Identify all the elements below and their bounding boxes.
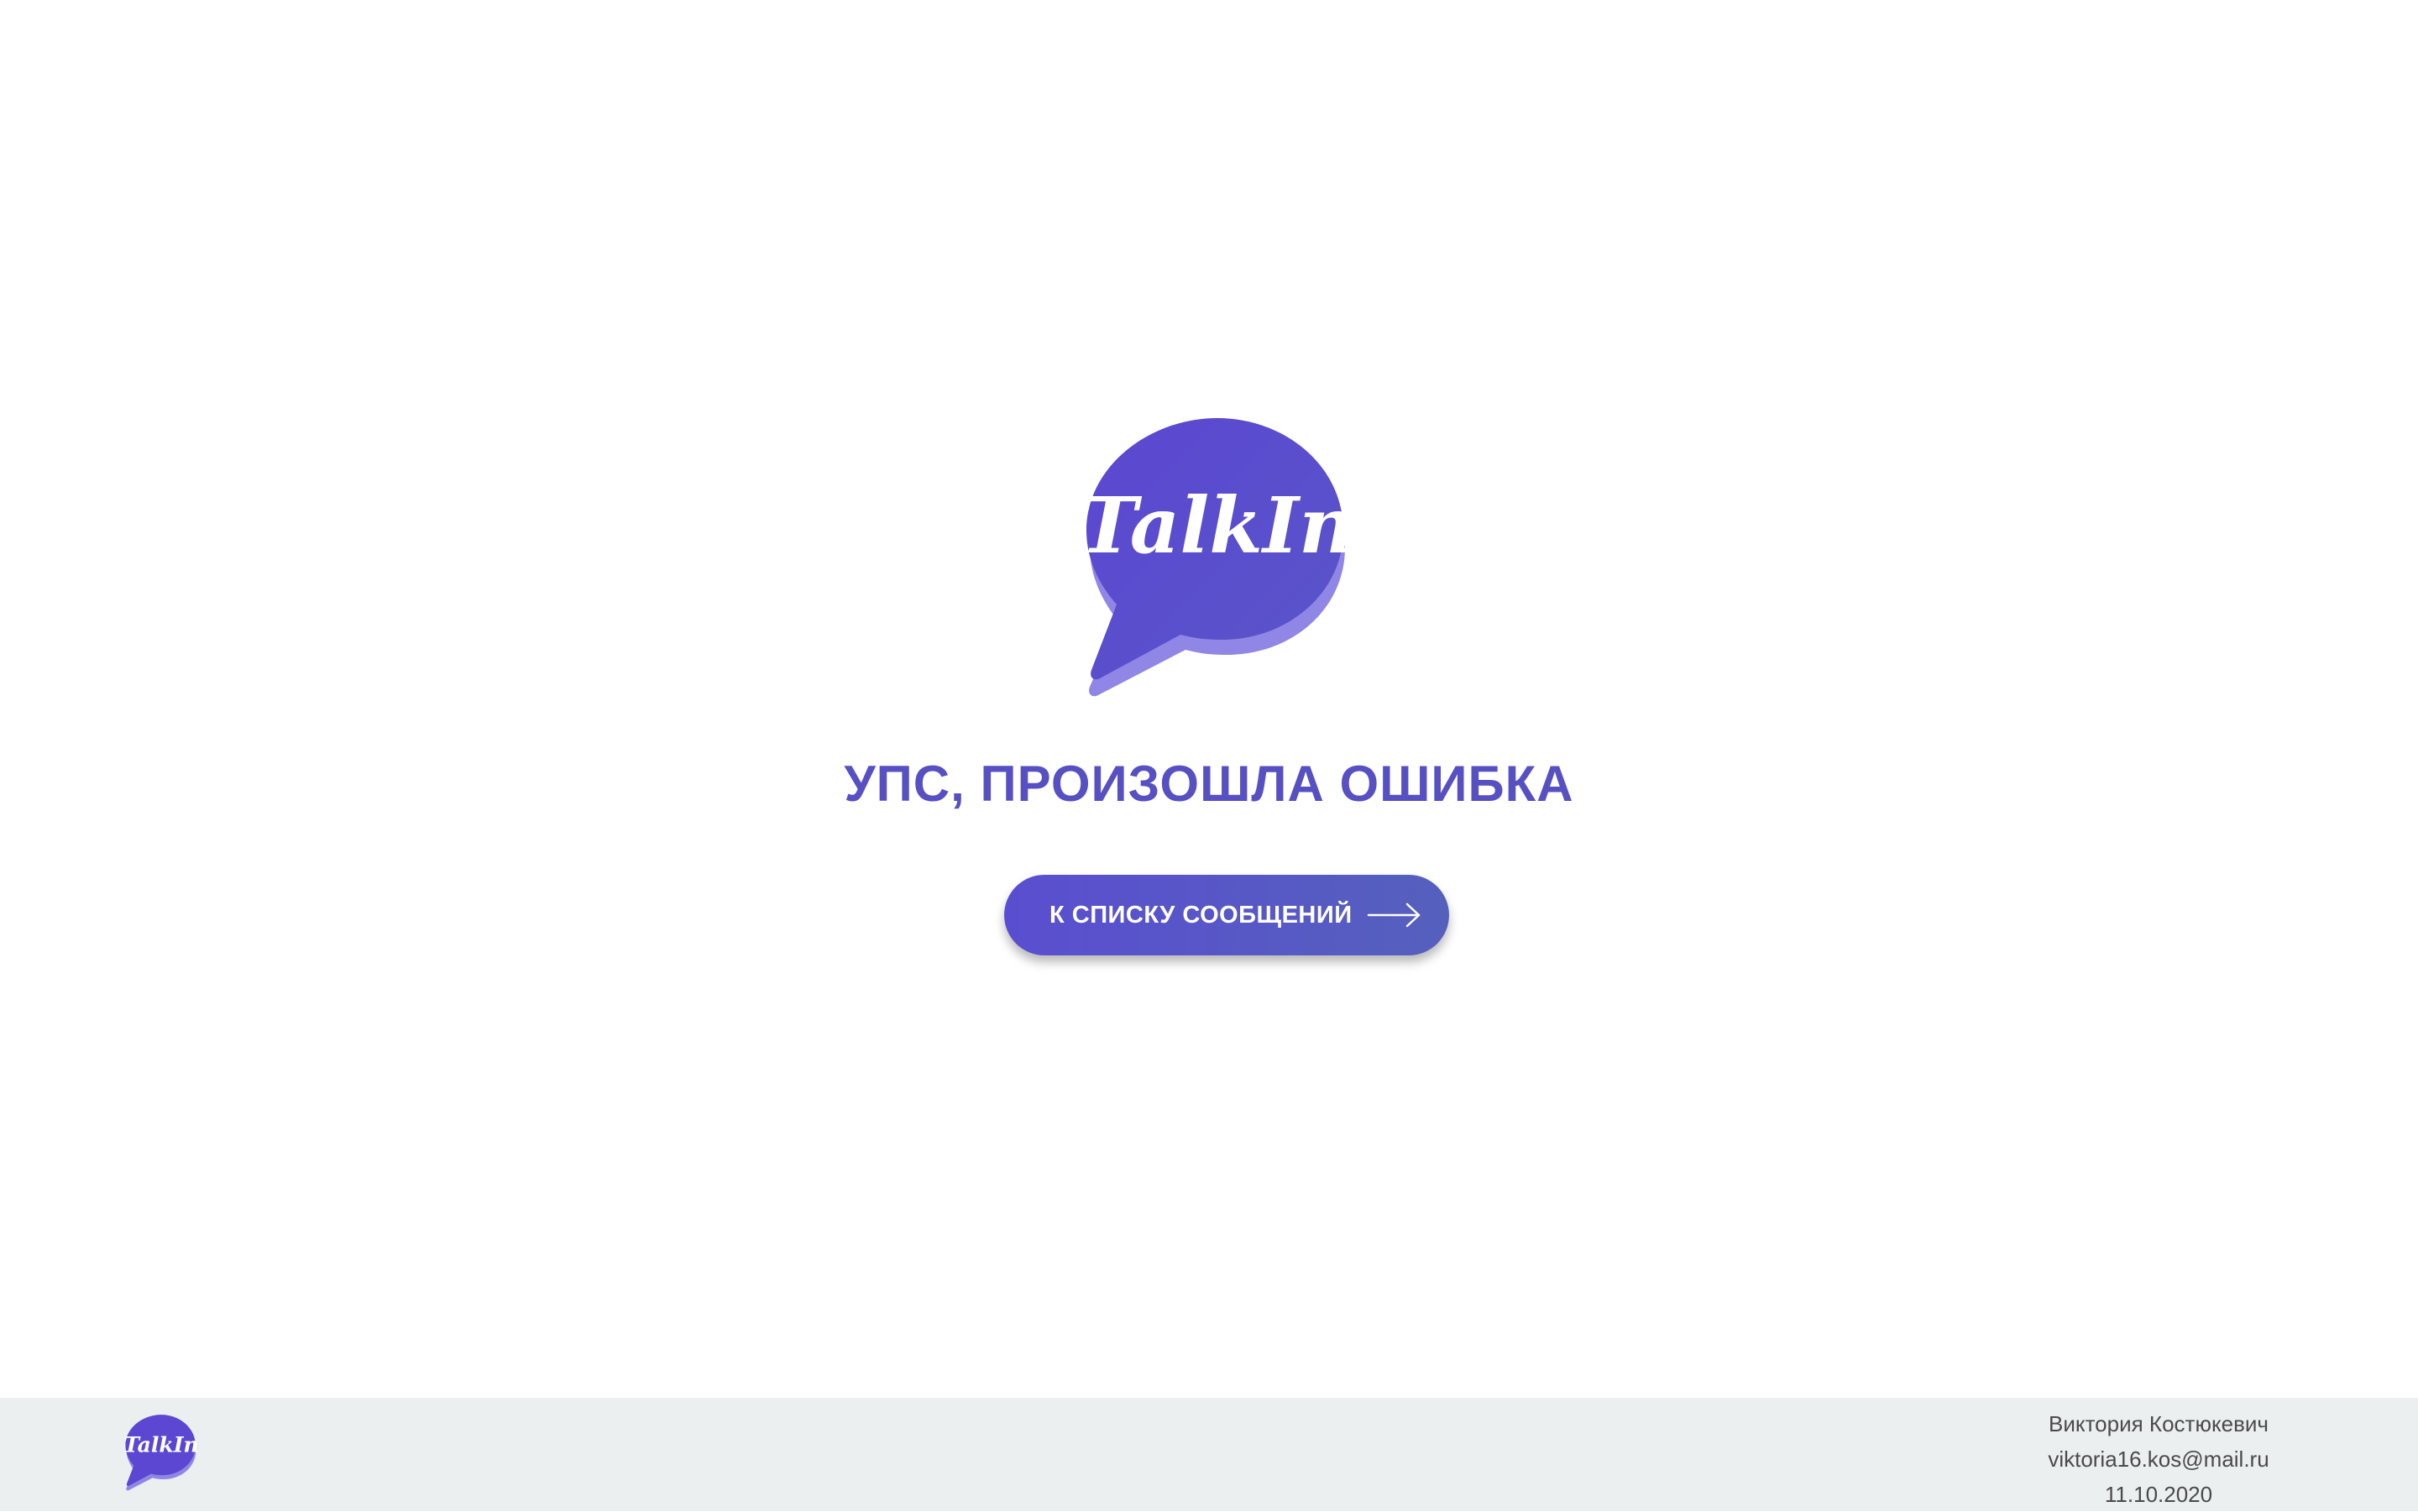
author-email[interactable]: viktoria16.kos@mail.ru [2020, 1441, 2297, 1477]
error-title: УПС, ПРОИЗОШЛА ОШИБКА [844, 756, 1574, 812]
footer: TalkIn Виктория Костюкевич viktoria16.ko… [0, 1398, 2418, 1511]
footer-author-info: Виктория Костюкевич viktoria16.kos@mail.… [2020, 1406, 2297, 1512]
logo-wordmark: TalkIn [1083, 480, 1352, 571]
talkin-logo: TalkIn [1083, 411, 1352, 701]
author-name: Виктория Костюкевич [2049, 1411, 2269, 1436]
footer-logo[interactable]: TalkIn [124, 1413, 198, 1492]
speech-bubble-icon: TalkIn [124, 1415, 198, 1491]
back-button-label: К СПИСКУ СООБЩЕНИЙ [1049, 901, 1353, 929]
back-to-messages-button[interactable]: К СПИСКУ СООБЩЕНИЙ [1004, 875, 1449, 955]
speech-bubble-icon: TalkIn [1083, 418, 1352, 697]
footer-date: 11.10.2020 [2104, 1482, 2213, 1507]
main-content: TalkIn УПС, ПРОИЗОШЛА ОШИБКА К СПИСКУ СО… [0, 0, 2418, 1398]
arrow-right-icon [1367, 902, 1421, 928]
footer-logo-wordmark: TalkIn [124, 1431, 198, 1457]
